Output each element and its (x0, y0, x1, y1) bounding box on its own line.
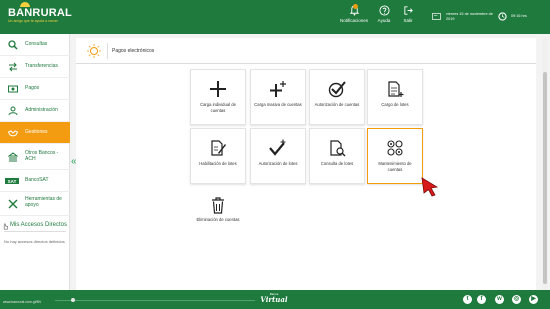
plus-plus-icon (270, 81, 286, 97)
sidebar-item-gestiones[interactable]: Gestiones (0, 122, 70, 144)
search-icon (8, 40, 18, 50)
current-date: viernes 15 de noviembre de 2019 (446, 12, 493, 21)
main-scrollbar[interactable] (542, 38, 548, 290)
sidebar-item-label: Pagos (25, 85, 40, 91)
tile-label: Cargo de lotes (381, 102, 409, 107)
instagram-icon[interactable]: ◎ (512, 295, 521, 304)
mouse-cursor-icon (421, 177, 439, 197)
sat-icon: SAT (5, 178, 19, 184)
tile-label: Autorización de lotes (258, 161, 298, 166)
tile-carga-masiva[interactable]: Carga masiva de cuentas (250, 69, 306, 125)
youtube-icon[interactable]: ▶ (529, 295, 538, 304)
sidebar: Consultas Transferencias Pagos Administr… (0, 34, 70, 292)
bank-icon (8, 152, 18, 162)
calendar-icon (432, 13, 441, 20)
clock-icon (498, 12, 507, 21)
page-title: Pagos electrónicos (112, 48, 155, 54)
current-time: 09:16 hrs (511, 14, 527, 18)
sidebar-item-label: Administración (25, 107, 58, 113)
transfer-icon (9, 62, 17, 72)
page-header: Pagos electrónicos (76, 38, 536, 64)
handshake-icon (8, 130, 18, 137)
sidebar-item-bancosat[interactable]: SAT BancoSAT (0, 170, 70, 192)
tile-label: Habilitación de lotes (199, 161, 237, 166)
sidebar-item-label: Otros Bancos - ACH (25, 150, 59, 162)
tile-autorizacion-cuentas[interactable]: Autorización de cuentas (309, 69, 365, 125)
banrural-logo[interactable]: BANRURAL Un amigo que te ayuda a crecer (8, 2, 72, 30)
top-header: BANRURAL Un amigo que te ayuda a crecer … (0, 0, 550, 34)
sidebar-item-herramientas[interactable]: Herramientas de apoyo (0, 192, 70, 216)
scrollbar-thumb[interactable] (543, 72, 547, 284)
plus-icon (210, 81, 226, 97)
help-button[interactable]: Ayuda (376, 5, 392, 31)
main-panel: Pagos electrónicos Carga individual de c… (76, 38, 536, 290)
shortcuts-divider (4, 231, 66, 232)
logo-text: BANRURAL (8, 7, 72, 19)
shortcuts-title: Mis Accesos Directos (10, 222, 68, 228)
footer: www.banrural.com.gt/BV Banca Virtual t f… (0, 290, 550, 309)
tile-label: Autorización de cuentas (314, 102, 360, 107)
notifications-button[interactable]: Notificaciones (338, 4, 370, 31)
tile-label: Consulta de lotes (320, 161, 354, 166)
footer-progress-line (55, 300, 255, 301)
notifications-label: Notificaciones (339, 18, 368, 23)
sidebar-item-label: Transferencias (25, 63, 58, 69)
tile-autorizacion-lotes[interactable]: Autorización de lotes (250, 128, 306, 184)
tile-carga-individual[interactable]: Carga individual de cuentas (190, 69, 246, 125)
help-label: Ayuda (377, 18, 391, 23)
sidebar-item-transferencias[interactable]: Transferencias (0, 56, 70, 78)
exit-label: Salir (403, 18, 413, 23)
payments-sun-icon (87, 44, 101, 58)
shortcuts-empty-text: No hay accesos directos definidos (4, 239, 65, 244)
tile-consulta-lotes[interactable]: Consulta de lotes (309, 128, 365, 184)
twitter-icon[interactable]: t (463, 295, 472, 304)
sidebar-item-consultas[interactable]: Consultas (0, 34, 70, 56)
tile-habilitacion-lotes[interactable]: Habilitación de lotes (190, 128, 246, 184)
document-edit-icon (211, 140, 226, 156)
tile-eliminacion-cuentas[interactable]: Eliminación de cuentas (190, 196, 246, 223)
sidebar-item-pagos[interactable]: Pagos (0, 78, 70, 100)
sidebar-item-administracion[interactable]: Administración (0, 100, 70, 122)
tile-label: Carga masiva de cuentas (254, 102, 302, 107)
footer-logo-bottom: Virtual (260, 295, 288, 304)
check-plus-icon (269, 139, 286, 156)
sidebar-item-label: Herramientas de apoyo (25, 196, 62, 208)
trash-icon (212, 197, 224, 214)
tile-mantenimiento-cuentas[interactable]: Mantenimiento de cuentas (367, 128, 423, 184)
sidebar-item-otros-bancos[interactable]: Otros Bancos - ACH (0, 144, 70, 170)
help-icon (378, 5, 390, 16)
tile-label: Mantenimiento de cuentas (378, 161, 412, 172)
facebook-icon[interactable]: f (477, 295, 486, 304)
exit-button[interactable]: Salir (400, 5, 416, 31)
logo-sun-icon (20, 2, 30, 7)
document-plus-icon (388, 81, 404, 97)
svg-text:SAT: SAT (8, 179, 17, 184)
logo-tagline: Un amigo que te ayuda a crecer (8, 19, 58, 23)
tile-label: Eliminación de cuentas (196, 217, 240, 222)
date-time-block: viernes 15 de noviembre de 2019 09:16 hr… (432, 11, 542, 25)
check-circle-icon (328, 81, 346, 98)
whatsapp-icon[interactable]: w (495, 295, 504, 304)
header-separator (107, 43, 108, 59)
money-icon (8, 85, 18, 93)
sidebar-item-label: BancoSAT (25, 177, 49, 183)
tools-icon (8, 199, 18, 209)
banca-virtual-logo: Banca Virtual (259, 293, 289, 306)
admin-icon (8, 106, 18, 116)
notification-badge (353, 4, 358, 9)
footer-progress-dot (71, 298, 75, 302)
exit-icon (403, 6, 413, 15)
tile-cargo-lotes[interactable]: Cargo de lotes (367, 69, 423, 125)
hand-pointer-icon (3, 223, 8, 230)
document-search-icon (330, 140, 346, 157)
tile-label: Carga individual de cuentas (200, 102, 236, 113)
sidebar-item-label: Gestiones (25, 129, 48, 135)
footer-url[interactable]: www.banrural.com.gt/BV (3, 300, 41, 304)
sidebar-item-label: Consultas (25, 41, 48, 47)
gears-icon (387, 140, 403, 156)
